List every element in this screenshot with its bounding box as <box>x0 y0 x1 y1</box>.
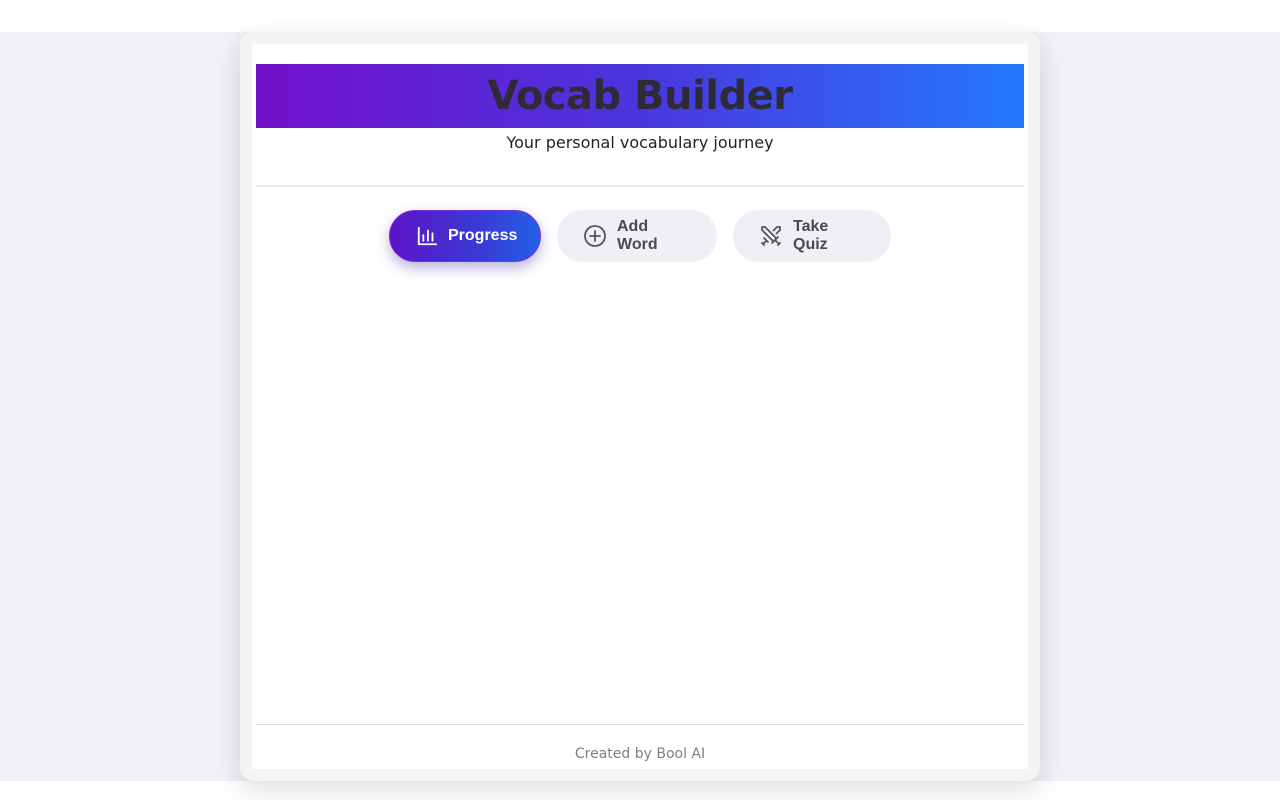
tab-progress[interactable]: Progress <box>389 210 541 262</box>
header-divider <box>256 185 1024 187</box>
tab-bar: Progress Add Word Take Quiz <box>252 210 1028 264</box>
tab-take-quiz[interactable]: Take Quiz <box>733 210 891 262</box>
footer-divider <box>256 724 1024 725</box>
app-card: Vocab Builder Your personal vocabulary j… <box>240 32 1040 781</box>
app-title: Vocab Builder <box>487 73 793 119</box>
tab-take-quiz-label: Take Quiz <box>793 218 829 253</box>
tab-add-word[interactable]: Add Word <box>557 210 717 262</box>
footer-credit: Created by Bool AI <box>574 746 706 762</box>
app-subtitle: Your personal vocabulary journey <box>506 133 774 152</box>
tab-progress-label: Progress <box>448 227 518 244</box>
tab-add-word-label: Add Word <box>617 218 658 253</box>
app-content: Vocab Builder Your personal vocabulary j… <box>252 44 1028 769</box>
bar-chart-icon <box>417 226 438 246</box>
plus-circle-icon <box>584 225 606 247</box>
swords-icon <box>761 226 781 246</box>
header-banner: Vocab Builder <box>256 64 1024 128</box>
